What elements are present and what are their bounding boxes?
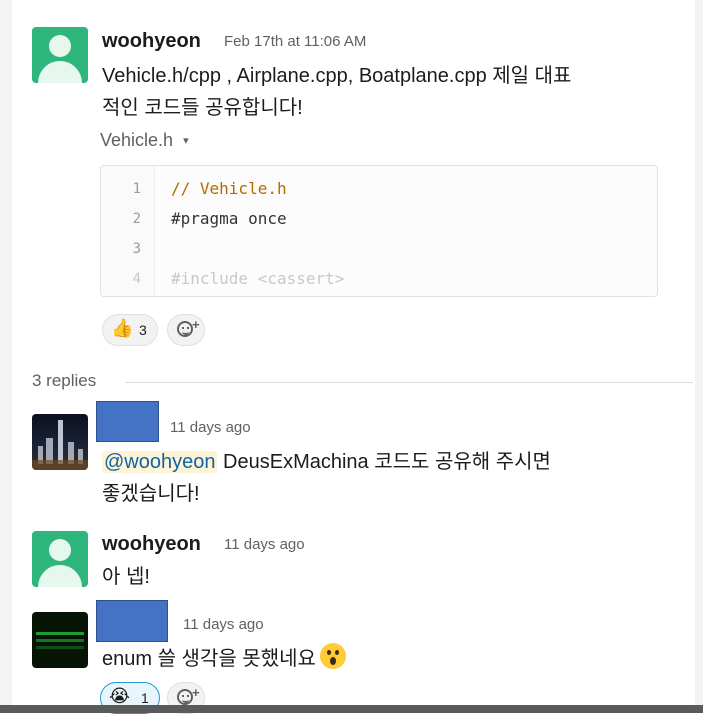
reaction-count: 1 <box>141 690 149 706</box>
avatar-head <box>49 35 71 57</box>
replies-count[interactable]: 3 replies <box>32 371 96 391</box>
code-text: // Vehicle.h <box>171 179 287 198</box>
skyline-water <box>32 460 88 470</box>
plus-icon: + <box>192 685 200 700</box>
line-number: 2 <box>132 211 141 227</box>
message-text-line-1: Vehicle.h/cpp , Airplane.cpp, Boatplane.… <box>102 65 572 87</box>
reaction-count: 3 <box>139 322 147 338</box>
plus-icon: + <box>192 317 200 332</box>
avatar-body <box>38 565 82 587</box>
add-reaction-button[interactable]: + <box>167 314 205 346</box>
redacted-username <box>96 401 159 442</box>
reply-timestamp[interactable]: 11 days ago <box>183 616 264 633</box>
redacted-username <box>96 600 168 642</box>
window-left-edge <box>0 0 12 713</box>
reaction-thumbs-up[interactable]: 👍 3 <box>102 314 158 346</box>
user-mention[interactable]: @woohyeon <box>102 451 218 473</box>
reply-text-line: enum 쓸 생각을 못했네요 <box>102 643 346 675</box>
smiley-icon <box>177 689 193 705</box>
line-number: 3 <box>132 241 141 257</box>
code-text: #include <cassert> <box>171 269 345 288</box>
line-number: 1 <box>132 181 141 197</box>
code-line: 2 #pragma once <box>101 206 657 236</box>
code-snippet[interactable]: 1 // Vehicle.h 2 #pragma once 3 4 #inclu… <box>100 165 658 297</box>
skyline-tower <box>58 420 63 464</box>
astonished-face-icon <box>319 643 346 669</box>
window-bottom-bar <box>0 705 703 713</box>
window-right-edge <box>695 0 703 713</box>
attachment-filename-toggle[interactable]: Vehicle.h ▾ <box>100 130 189 151</box>
avatar-user-city[interactable] <box>32 414 88 470</box>
reply-text: DeusExMachina 코드도 공유해 주시면 <box>217 451 551 473</box>
reply-timestamp[interactable]: 11 days ago <box>224 536 305 553</box>
avatar-pattern <box>36 639 84 642</box>
avatar-pattern <box>36 646 84 649</box>
avatar-body <box>38 61 82 83</box>
reply-text-line-2: 좋겠습니다! <box>102 483 200 505</box>
reply-author[interactable]: woohyeon <box>102 533 201 556</box>
reply-text: 아 넵! <box>102 566 150 588</box>
code-line: 4 #include <cassert> <box>101 266 657 296</box>
avatar-woohyeon[interactable] <box>32 27 88 83</box>
code-text: #pragma once <box>171 209 287 228</box>
code-line: 3 <box>101 236 657 266</box>
replies-divider <box>125 382 693 383</box>
reply-timestamp[interactable]: 11 days ago <box>170 419 251 436</box>
code-line: 1 // Vehicle.h <box>101 176 657 206</box>
line-number: 4 <box>132 271 141 287</box>
message-timestamp[interactable]: Feb 17th at 11:06 AM <box>224 33 366 50</box>
message-author[interactable]: woohyeon <box>102 30 201 53</box>
avatar-head <box>49 539 71 561</box>
avatar-woohyeon[interactable] <box>32 531 88 587</box>
thumbs-up-icon: 👍 <box>111 318 134 338</box>
avatar-pattern <box>36 632 84 635</box>
chevron-down-icon[interactable]: ▾ <box>183 135 189 147</box>
crying-face-icon: 😭 <box>109 686 131 706</box>
reply-text-line-1: @woohyeon DeusExMachina 코드도 공유해 주시면 <box>102 446 551 478</box>
attachment-filename: Vehicle.h <box>100 130 174 150</box>
reply-text: enum 쓸 생각을 못했네요 <box>102 648 316 670</box>
avatar-user-matrix[interactable] <box>32 612 88 668</box>
smiley-icon <box>177 321 193 337</box>
message-text-line-2: 적인 코드들 공유합니다! <box>102 97 303 119</box>
